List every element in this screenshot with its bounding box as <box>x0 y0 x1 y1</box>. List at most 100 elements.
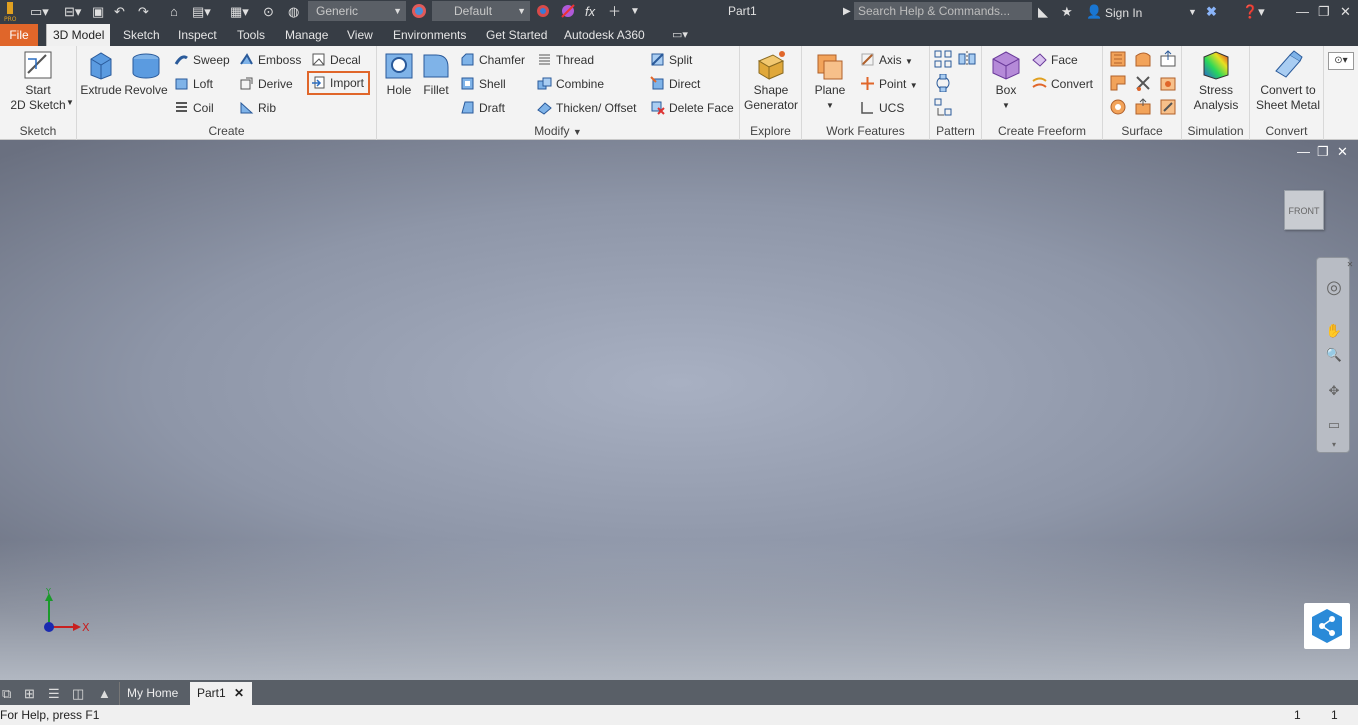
globe-icon[interactable]: ◍ <box>288 3 299 21</box>
axis-button[interactable]: Axis ▼ <box>860 50 913 70</box>
sign-in-dropdown-icon[interactable]: ▼ <box>1188 3 1197 21</box>
extend-surface-icon[interactable] <box>1159 50 1177 70</box>
decal-button[interactable]: Decal <box>311 50 361 70</box>
thicken-surface-icon[interactable] <box>1109 50 1127 70</box>
direct-button[interactable]: Direct <box>650 74 700 94</box>
navbar-customize-icon[interactable]: ▾ <box>1325 436 1343 454</box>
extrude-button[interactable]: Extrude <box>80 49 122 98</box>
exchange-apps-icon[interactable]: ✖ <box>1206 3 1217 21</box>
tile-windows-icon[interactable]: ⊞ <box>24 685 35 703</box>
close-window-icon[interactable]: ✕ <box>1340 3 1351 21</box>
tab-tools[interactable]: Tools <box>231 24 271 46</box>
freeform-face-button[interactable]: Face <box>1032 50 1078 70</box>
tab-get-started[interactable]: Get Started <box>480 24 553 46</box>
mirror-icon[interactable] <box>958 50 976 70</box>
new-file-icon[interactable]: ▭▾ <box>30 3 49 21</box>
tile-horizontal-icon[interactable]: ☰ <box>48 685 60 703</box>
start-sketch-dropdown-icon[interactable]: ▼ <box>66 98 74 107</box>
patch-icon[interactable] <box>1109 98 1127 118</box>
loft-button[interactable]: Loft <box>174 74 213 94</box>
save-icon[interactable]: ▣ <box>92 3 104 21</box>
update-icon[interactable]: ▤▾ <box>192 3 211 21</box>
emboss-button[interactable]: Emboss <box>239 50 301 70</box>
material-select[interactable]: Default ▼ <box>432 1 530 21</box>
home-icon[interactable]: ⌂ <box>170 3 178 21</box>
shape-generator-button[interactable]: Shape Generator <box>742 49 800 113</box>
circular-pattern-icon[interactable] <box>934 73 952 94</box>
plane-button[interactable]: Plane ▼ <box>810 49 850 113</box>
viewport-restore-icon[interactable]: ❐ <box>1317 144 1329 160</box>
boundary-patch-icon[interactable] <box>1134 50 1152 70</box>
clear-appearance-icon[interactable] <box>560 3 576 21</box>
chamfer-button[interactable]: Chamfer <box>460 50 525 70</box>
select-icon[interactable]: ▦▾ <box>230 3 249 21</box>
help-icon[interactable]: ❓▾ <box>1242 3 1265 21</box>
inventor-app-icon[interactable]: PRO <box>3 1 17 23</box>
point-button[interactable]: Point ▼ <box>860 74 918 94</box>
draft-button[interactable]: Draft <box>460 98 505 118</box>
tab-environments[interactable]: Environments <box>387 24 472 46</box>
steering-wheel-icon[interactable]: ◎ <box>1325 278 1343 296</box>
close-tab-icon[interactable]: ✕ <box>234 682 244 705</box>
sketch-driven-pattern-icon[interactable] <box>934 98 952 118</box>
viewcube[interactable]: FRONT <box>1284 190 1324 230</box>
convert-to-sheet-metal-button[interactable]: Convert to Sheet Metal <box>1252 49 1324 113</box>
tab-view[interactable]: View <box>341 24 379 46</box>
tab-part1[interactable]: Part1 ✕ <box>190 682 252 705</box>
rectangular-pattern-icon[interactable] <box>934 50 952 70</box>
shell-button[interactable]: Shell <box>460 74 506 94</box>
combine-button[interactable]: Combine <box>537 74 604 94</box>
customize-dropdown-icon[interactable]: ▼ <box>630 3 640 21</box>
restore-window-icon[interactable]: ❐ <box>1318 3 1330 21</box>
look-at-icon[interactable]: ▭ <box>1325 416 1343 434</box>
hole-button[interactable]: Hole <box>381 49 417 98</box>
tab-autodesk-a360[interactable]: Autodesk A360 <box>558 24 651 46</box>
viewport-minimize-icon[interactable]: — <box>1297 144 1310 159</box>
fx-parameters-icon[interactable]: fx <box>585 3 595 21</box>
share-button[interactable] <box>1304 603 1350 649</box>
tab-inspect[interactable]: Inspect <box>172 24 223 46</box>
derive-button[interactable]: Derive <box>239 74 293 94</box>
adjust-appearance-icon[interactable] <box>535 3 551 21</box>
stitch-surface-icon[interactable] <box>1109 74 1127 94</box>
replace-face-icon[interactable] <box>1134 98 1152 118</box>
import-button[interactable]: Import <box>307 71 371 95</box>
orbit-icon[interactable]: ✥ <box>1325 382 1343 400</box>
navbar-close-icon[interactable]: ✕ <box>1341 256 1358 274</box>
start-2d-sketch-button[interactable]: Start 2D Sketch <box>8 49 68 113</box>
tab-sketch[interactable]: Sketch <box>117 24 166 46</box>
measure-icon[interactable]: ⊙ <box>263 3 274 21</box>
pan-hand-icon[interactable]: ✋ <box>1325 322 1343 340</box>
sign-in-link[interactable]: Sign In <box>1105 4 1142 22</box>
tile-vertical-icon[interactable]: ◫ <box>72 685 84 703</box>
delete-face-button[interactable]: Delete Face <box>650 98 734 118</box>
arrange-windows-icon[interactable]: ▲ <box>98 685 111 703</box>
appearance-select[interactable]: Generic ▼ <box>308 1 406 21</box>
coil-button[interactable]: Coil <box>174 98 214 118</box>
tab-my-home[interactable]: My Home <box>119 682 186 705</box>
minimize-window-icon[interactable]: — <box>1296 3 1309 21</box>
thread-button[interactable]: Thread <box>537 50 594 70</box>
trim-surface-icon[interactable] <box>1134 74 1152 94</box>
tab-manage[interactable]: Manage <box>279 24 334 46</box>
zoom-icon[interactable]: 🔍 <box>1325 346 1343 364</box>
thicken-offset-button[interactable]: Thicken/ Offset <box>537 98 636 118</box>
open-file-icon[interactable]: ⊟▾ <box>64 3 81 21</box>
ribbon-display-toggle-icon[interactable]: ▭▾ <box>672 26 688 44</box>
repair-bodies-icon[interactable] <box>1159 98 1177 118</box>
freeform-box-button[interactable]: Box ▼ <box>986 49 1026 113</box>
cascade-windows-icon[interactable]: ⧉ <box>2 685 11 703</box>
ucs-button[interactable]: UCS <box>860 98 904 118</box>
binoculars-icon[interactable]: ◣ <box>1038 3 1048 21</box>
redo-icon[interactable]: ↷ <box>138 3 149 21</box>
graphics-viewport[interactable]: — ❐ ✕ <box>0 140 1358 680</box>
favorites-star-icon[interactable]: ★ <box>1061 3 1073 21</box>
tab-3d-model[interactable]: 3D Model <box>46 24 111 46</box>
fillet-button[interactable]: Fillet <box>419 49 453 98</box>
rib-button[interactable]: Rib <box>239 98 276 118</box>
color-wheel-icon[interactable] <box>411 3 427 21</box>
revolve-button[interactable]: Revolve <box>124 49 168 98</box>
viewport-close-icon[interactable]: ✕ <box>1337 144 1348 160</box>
split-button[interactable]: Split <box>650 50 692 70</box>
panel-label-modify[interactable]: Modify ▼ <box>377 124 739 138</box>
